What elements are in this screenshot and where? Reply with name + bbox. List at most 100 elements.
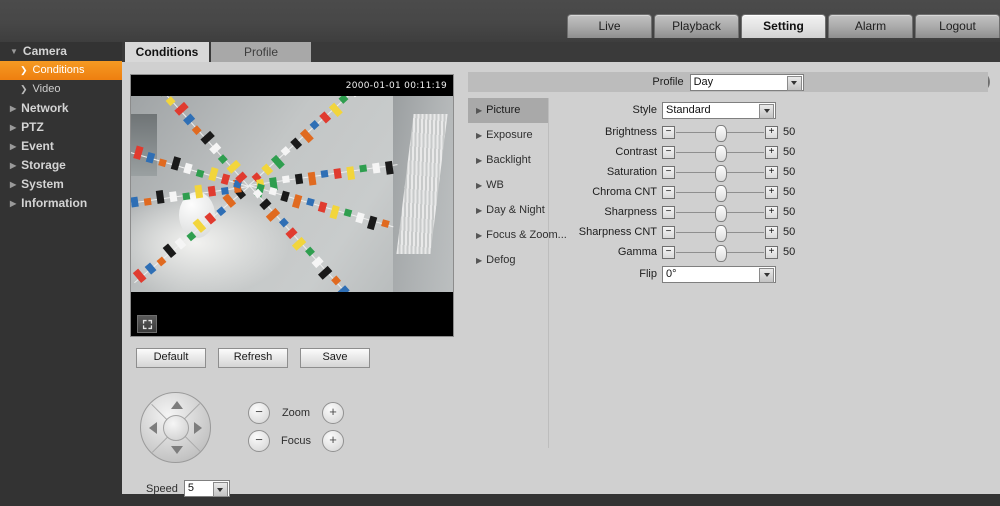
triangle-right-icon: ▶ bbox=[10, 198, 17, 208]
slider-increment-button[interactable]: + bbox=[765, 125, 778, 139]
ptz-center-button[interactable] bbox=[163, 415, 189, 441]
slider-increment-button[interactable]: + bbox=[765, 205, 778, 219]
sidebar-item-label: Event bbox=[21, 139, 54, 153]
bunting-flag bbox=[220, 186, 229, 195]
slider-thumb[interactable] bbox=[715, 164, 727, 182]
slider-thumb[interactable] bbox=[715, 144, 727, 162]
slider-increment-button[interactable]: + bbox=[765, 225, 778, 239]
slider-decrement-button[interactable]: − bbox=[662, 125, 675, 139]
refresh-button[interactable]: Refresh bbox=[218, 348, 288, 368]
submenu-item-exposure[interactable]: ▶ Exposure bbox=[468, 123, 548, 148]
sidebar-item-ptz[interactable]: ▶ PTZ bbox=[0, 118, 122, 137]
nav-tab-live[interactable]: Live bbox=[567, 14, 652, 38]
camera-web-ui: Live Playback Setting Alarm Logout ▼ Camera ❯ C… bbox=[0, 0, 1000, 506]
default-button[interactable]: Default bbox=[136, 348, 206, 368]
slider-track[interactable] bbox=[676, 144, 764, 162]
flip-value: 0° bbox=[666, 267, 677, 280]
sidebar-item-system[interactable]: ▶ System bbox=[0, 175, 122, 194]
slider-thumb[interactable] bbox=[715, 204, 727, 222]
submenu-item-defog[interactable]: ▶ Defog bbox=[468, 248, 548, 273]
slider-thumb[interactable] bbox=[715, 184, 727, 202]
slider-increment-button[interactable]: + bbox=[765, 145, 778, 159]
chevron-down-icon[interactable] bbox=[759, 267, 774, 283]
slider-track[interactable] bbox=[676, 184, 764, 202]
ptz-direction-pad[interactable] bbox=[140, 392, 211, 463]
slider-decrement-button[interactable]: − bbox=[662, 205, 675, 219]
speed-label: Speed bbox=[146, 482, 178, 495]
slider-thumb[interactable] bbox=[715, 224, 727, 242]
bunting-flag bbox=[207, 185, 217, 197]
slider-track[interactable] bbox=[676, 244, 764, 262]
chevron-down-icon[interactable] bbox=[759, 103, 774, 119]
fullscreen-icon[interactable] bbox=[137, 315, 157, 333]
slider-increment-button[interactable]: + bbox=[765, 165, 778, 179]
sidebar-item-video[interactable]: ❯ Video bbox=[0, 80, 122, 99]
profile-value: Day bbox=[693, 75, 714, 88]
style-select[interactable]: Standard bbox=[662, 101, 776, 119]
triangle-right-icon: ▶ bbox=[476, 106, 483, 115]
ptz-down-icon[interactable] bbox=[171, 446, 183, 454]
sidebar-nav: ▼ Camera ❯ Conditions ❯ Video ▶ Network ▶ PTZ ▶ Eve… bbox=[0, 42, 122, 506]
speed-select[interactable]: 5 bbox=[183, 480, 230, 497]
slider-label: Brightness bbox=[605, 126, 657, 138]
focus-far-button[interactable]: + bbox=[322, 430, 344, 452]
slider-track[interactable] bbox=[676, 204, 764, 222]
style-row: Style Standard bbox=[552, 98, 992, 122]
slider-row: Chroma CNT − +50 bbox=[552, 182, 992, 202]
slider-decrement-button[interactable]: − bbox=[662, 185, 675, 199]
tab-profile-management[interactable]: Profile Management bbox=[211, 42, 311, 79]
tab-conditions[interactable]: Conditions bbox=[125, 42, 209, 62]
slider-thumb[interactable] bbox=[715, 244, 727, 262]
chevron-down-icon[interactable] bbox=[212, 482, 228, 497]
submenu-item-backlight[interactable]: ▶ Backlight bbox=[468, 148, 548, 173]
slider-value: 50 bbox=[783, 126, 796, 138]
triangle-down-icon: ▼ bbox=[10, 46, 18, 56]
chevron-down-icon[interactable] bbox=[786, 75, 802, 91]
slider-thumb[interactable] bbox=[715, 124, 727, 142]
sidebar-item-information[interactable]: ▶ Information bbox=[0, 194, 122, 213]
slider-increment-button[interactable]: + bbox=[765, 185, 778, 199]
ptz-left-icon[interactable] bbox=[149, 422, 157, 434]
submenu-item-picture[interactable]: ▶ Picture bbox=[468, 98, 548, 123]
sidebar-item-camera[interactable]: ▼ Camera bbox=[0, 42, 122, 61]
zoom-in-button[interactable]: + bbox=[322, 402, 344, 424]
slider-decrement-button[interactable]: − bbox=[662, 245, 675, 259]
video-preview[interactable]: 2000-01-01 00:11:19 IP PTZ Camera bbox=[130, 74, 454, 337]
nav-tab-setting[interactable]: Setting bbox=[741, 14, 826, 38]
nav-tab-alarm[interactable]: Alarm bbox=[828, 14, 913, 38]
sidebar-item-event[interactable]: ▶ Event bbox=[0, 137, 122, 156]
slider-decrement-button[interactable]: − bbox=[662, 225, 675, 239]
speed-value: 5 bbox=[187, 482, 194, 494]
submenu-item-label: Picture bbox=[486, 104, 521, 116]
slider-increment-button[interactable]: + bbox=[765, 245, 778, 259]
submenu-item-day-night[interactable]: ▶ Day & Night bbox=[468, 198, 548, 223]
ptz-right-icon[interactable] bbox=[194, 422, 202, 434]
bunting-flag bbox=[307, 171, 317, 186]
submenu-item-focus-zoom-[interactable]: ▶ Focus & Zoom... bbox=[468, 223, 567, 248]
slider-decrement-button[interactable]: − bbox=[662, 165, 675, 179]
sidebar-item-conditions[interactable]: ❯ Conditions bbox=[0, 61, 122, 80]
slider-decrement-button[interactable]: − bbox=[662, 145, 675, 159]
profile-label: Profile bbox=[652, 76, 684, 88]
focus-near-button[interactable]: − bbox=[248, 430, 270, 452]
nav-tab-playback[interactable]: Playback bbox=[654, 14, 739, 38]
sidebar-item-label: Video bbox=[32, 83, 61, 95]
submenu-item-wb[interactable]: ▶ WB bbox=[468, 173, 548, 198]
sidebar-item-network[interactable]: ▶ Network bbox=[0, 99, 122, 118]
sidebar-item-storage[interactable]: ▶ Storage bbox=[0, 156, 122, 175]
save-button[interactable]: Save bbox=[300, 348, 370, 368]
zoom-out-button[interactable]: − bbox=[248, 402, 270, 424]
slider-track[interactable] bbox=[676, 164, 764, 182]
nav-tab-logout[interactable]: Logout bbox=[915, 14, 1000, 38]
profile-select[interactable]: Day bbox=[689, 73, 804, 91]
slider-track[interactable] bbox=[676, 124, 764, 142]
triangle-right-icon: ▶ bbox=[476, 256, 483, 265]
slider-track[interactable] bbox=[676, 224, 764, 242]
focus-row: − Focus + bbox=[248, 428, 344, 454]
slider-row: Sharpness CNT − +50 bbox=[552, 222, 992, 242]
ptz-up-icon[interactable] bbox=[171, 401, 183, 409]
flip-row: Flip 0° bbox=[552, 262, 992, 286]
video-timestamp: 2000-01-01 00:11:19 bbox=[345, 81, 447, 91]
speed-row: Speed 5 bbox=[146, 480, 230, 497]
flip-select[interactable]: 0° bbox=[662, 265, 776, 283]
